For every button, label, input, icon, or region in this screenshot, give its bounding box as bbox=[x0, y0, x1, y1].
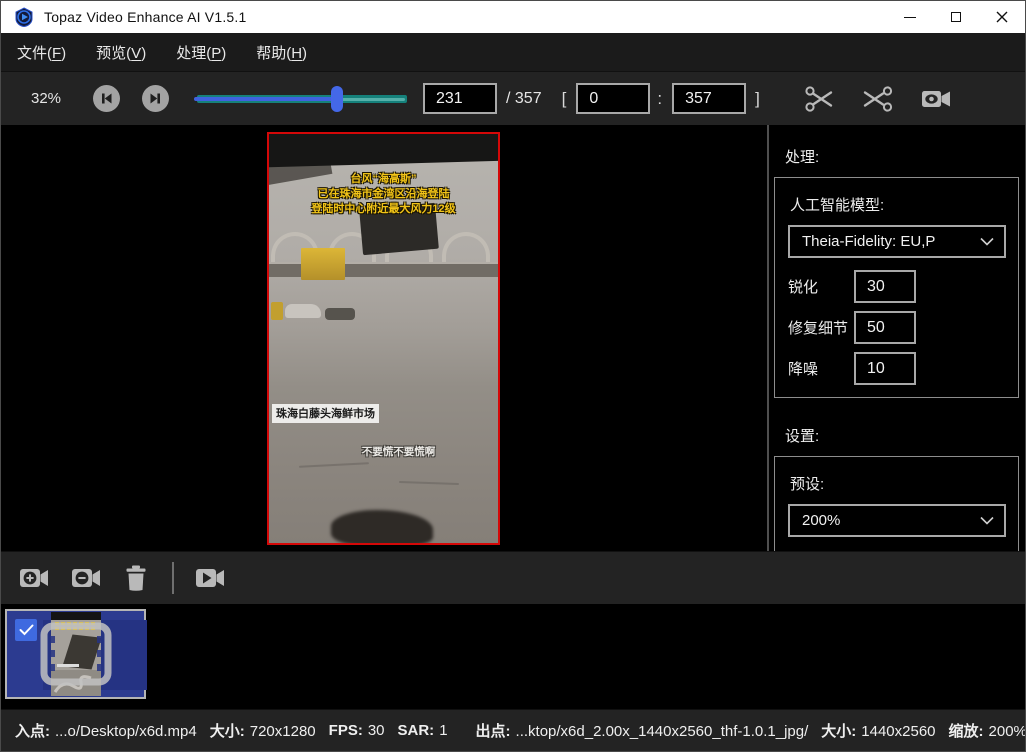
scene-top-band bbox=[269, 134, 498, 167]
splice-button[interactable] bbox=[862, 84, 894, 114]
settings-header: 设置: bbox=[785, 425, 1019, 446]
settings-group: 预设: 200% 裁剪以填充帧 bbox=[774, 456, 1019, 551]
add-video-button[interactable] bbox=[18, 566, 50, 590]
scene-debris-yellow bbox=[271, 302, 283, 320]
denoise-input[interactable] bbox=[854, 352, 916, 385]
checkmark-icon bbox=[19, 624, 34, 636]
scene-yellow-sign bbox=[301, 248, 345, 280]
toolbar-divider bbox=[172, 562, 174, 594]
settings-panel: 处理: 人工智能模型: Theia-Fidelity: EU,P 锐化 修复细节 bbox=[769, 125, 1025, 551]
scene-water-streak bbox=[399, 481, 459, 485]
app-logo-icon bbox=[14, 7, 34, 27]
status-output-size: 大小:1440x2560 bbox=[821, 720, 935, 741]
maximize-button[interactable] bbox=[933, 1, 979, 33]
video-list-toolbar bbox=[1, 551, 1025, 604]
camera-eye-icon bbox=[920, 86, 952, 112]
current-frame-input[interactable] bbox=[423, 83, 497, 114]
thumbnail-strip bbox=[1, 604, 1025, 709]
minimize-button[interactable] bbox=[887, 1, 933, 33]
scissors-cut-icon bbox=[804, 84, 836, 114]
window-controls bbox=[887, 1, 1025, 33]
video-caption: 不要慌不要慌啊 bbox=[299, 444, 498, 459]
close-button[interactable] bbox=[979, 1, 1025, 33]
total-frames-label: / 357 bbox=[506, 90, 542, 108]
denoise-row: 降噪 bbox=[788, 352, 1006, 385]
scene-debris-dark bbox=[331, 510, 433, 543]
remove-video-icon bbox=[70, 566, 102, 590]
ai-model-select[interactable]: Theia-Fidelity: EU,P bbox=[788, 225, 1006, 258]
close-icon bbox=[996, 11, 1008, 23]
play-video-button[interactable] bbox=[194, 566, 226, 590]
denoise-label: 降噪 bbox=[788, 358, 854, 379]
play-video-icon bbox=[194, 566, 226, 590]
video-headline: 台风“海高斯” 已在珠海市金湾区沿海登陆 登陆时中心附近最大风力12级 bbox=[269, 172, 498, 217]
scene-car-light bbox=[285, 304, 321, 318]
processing-group: 人工智能模型: Theia-Fidelity: EU,P 锐化 修复细节 降噪 bbox=[774, 177, 1019, 398]
statusbar: 入点:...o/Desktop/x6d.mp4 大小:720x1280 FPS:… bbox=[1, 709, 1025, 751]
preview-canvas: 台风“海高斯” 已在珠海市金湾区沿海登陆 登陆时中心附近最大风力12级 珠海白藤… bbox=[1, 125, 767, 551]
maximize-icon bbox=[951, 12, 961, 22]
app-window: Topaz Video Enhance AI V1.5.1 文件(F) 预览(V… bbox=[0, 0, 1026, 752]
preset-label: 预设: bbox=[790, 473, 1006, 494]
status-in-point: 入点:...o/Desktop/x6d.mp4 bbox=[15, 720, 197, 741]
chevron-down-icon bbox=[980, 516, 994, 525]
range-start-input[interactable] bbox=[576, 83, 650, 114]
sharpen-row: 锐化 bbox=[788, 270, 1006, 303]
add-video-icon bbox=[18, 566, 50, 590]
status-out-point: 出点:...ktop/x6d_2.00x_1440x2560_thf-1.0.1… bbox=[476, 720, 809, 741]
main-area: 台风“海高斯” 已在珠海市金湾区沿海登陆 登陆时中心附近最大风力12级 珠海白藤… bbox=[1, 125, 1025, 551]
sharpen-label: 锐化 bbox=[788, 276, 854, 297]
range-close-bracket: ] bbox=[755, 89, 760, 109]
window-titlebar: Topaz Video Enhance AI V1.5.1 bbox=[1, 1, 1025, 33]
status-fps: FPS:30 bbox=[329, 722, 385, 739]
trash-icon bbox=[122, 564, 150, 592]
range-separator: : bbox=[657, 89, 662, 109]
scene-water-streak bbox=[299, 462, 369, 468]
video-location-label: 珠海白藤头海鲜市场 bbox=[272, 404, 379, 423]
window-title: Topaz Video Enhance AI V1.5.1 bbox=[44, 9, 246, 25]
scene-car-dark bbox=[325, 308, 355, 320]
remove-video-button[interactable] bbox=[70, 566, 102, 590]
processing-header: 处理: bbox=[785, 146, 1019, 167]
scissors-splice-icon bbox=[862, 84, 894, 114]
menu-item-process[interactable]: 处理(P) bbox=[174, 38, 228, 67]
preset-value: 200% bbox=[802, 512, 980, 529]
minimize-icon bbox=[904, 17, 916, 18]
skip-end-icon bbox=[148, 91, 163, 106]
menu-item-file[interactable]: 文件(F) bbox=[15, 38, 68, 67]
restore-detail-row: 修复细节 bbox=[788, 311, 1006, 344]
menu-item-preview[interactable]: 预览(V) bbox=[94, 38, 148, 67]
skip-start-icon bbox=[99, 91, 114, 106]
slider-handle[interactable] bbox=[331, 86, 343, 112]
video-preview[interactable]: 台风“海高斯” 已在珠海市金湾区沿海登陆 登陆时中心附近最大风力12级 珠海白藤… bbox=[267, 132, 500, 545]
ai-model-label: 人工智能模型: bbox=[790, 194, 1006, 215]
trim-cut-button[interactable] bbox=[804, 84, 836, 114]
chevron-down-icon bbox=[980, 237, 994, 246]
slider-remainder-line bbox=[342, 98, 405, 101]
status-scale: 缩放:200% bbox=[949, 720, 1026, 741]
video-thumbnail[interactable] bbox=[5, 609, 146, 699]
delete-video-button[interactable] bbox=[122, 564, 150, 592]
video-scene: 台风“海高斯” 已在珠海市金湾区沿海登陆 登陆时中心附近最大风力12级 珠海白藤… bbox=[269, 134, 498, 543]
ai-model-value: Theia-Fidelity: EU,P bbox=[802, 233, 980, 250]
skip-end-button[interactable] bbox=[142, 85, 169, 112]
range-open-bracket: [ bbox=[562, 89, 567, 109]
status-sar: SAR:1 bbox=[398, 722, 448, 739]
restore-detail-input[interactable] bbox=[854, 311, 916, 344]
skip-start-button[interactable] bbox=[93, 85, 120, 112]
restore-detail-label: 修复细节 bbox=[788, 317, 854, 338]
zoom-level-label: 32% bbox=[31, 90, 71, 107]
menu-item-help[interactable]: 帮助(H) bbox=[254, 38, 309, 67]
timeline-slider[interactable] bbox=[197, 85, 407, 112]
film-strip-icon bbox=[40, 622, 112, 686]
toolbar: 32% / 357 [ : ] bbox=[1, 72, 1025, 125]
thumbnail-checkbox[interactable] bbox=[15, 619, 37, 641]
preset-select[interactable]: 200% bbox=[788, 504, 1006, 537]
menubar: 文件(F) 预览(V) 处理(P) 帮助(H) bbox=[1, 33, 1025, 72]
range-end-input[interactable] bbox=[672, 83, 746, 114]
sharpen-input[interactable] bbox=[854, 270, 916, 303]
slider-fill bbox=[194, 97, 337, 101]
preview-button[interactable] bbox=[920, 86, 952, 112]
status-input-size: 大小:720x1280 bbox=[210, 720, 316, 741]
